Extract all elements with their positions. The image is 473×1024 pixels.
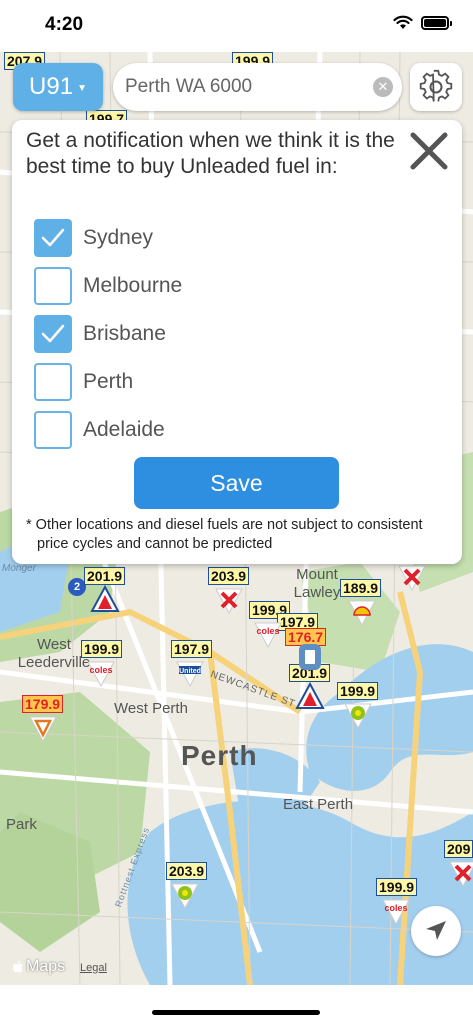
- checkmark-icon: [41, 228, 65, 247]
- price-tag[interactable]: 203.9: [166, 862, 208, 880]
- price-tag[interactable]: 201.9: [84, 567, 126, 585]
- price-tag[interactable]: 189.9: [340, 579, 382, 597]
- location-search-input[interactable]: [125, 75, 365, 99]
- wifi-icon: [393, 15, 413, 29]
- option-label-brisbane: Brisbane: [83, 322, 166, 345]
- price-tag[interactable]: 197.9: [171, 640, 213, 658]
- clear-search-icon[interactable]: ✕: [373, 77, 393, 97]
- option-melbourne[interactable]: Melbourne: [34, 266, 334, 306]
- shell-logo-icon[interactable]: [345, 597, 379, 629]
- price-tag[interactable]: 209: [444, 840, 473, 858]
- svg-text:coles: coles: [89, 665, 112, 675]
- location-arrow-icon: [426, 921, 446, 940]
- svg-text:coles: coles: [384, 903, 407, 913]
- save-button[interactable]: Save: [134, 457, 339, 509]
- station-pump-icon[interactable]: [297, 642, 323, 672]
- option-label-adelaide: Adelaide: [83, 418, 165, 441]
- bp-logo-icon[interactable]: [341, 700, 375, 732]
- home-indicator[interactable]: [152, 1010, 320, 1015]
- status-icons: [393, 15, 452, 30]
- status-bar: 4:20: [0, 0, 473, 52]
- fuel-type-label: U91: [29, 73, 74, 100]
- price-tag-lowest[interactable]: 179.9: [22, 695, 64, 713]
- suburb-label-park: Park: [6, 816, 37, 833]
- price-tag[interactable]: 199.9: [376, 878, 418, 896]
- coles-express-logo-icon[interactable]: coles: [251, 619, 285, 651]
- suburb-label-west-perth: West Perth: [114, 700, 188, 717]
- checkbox-melbourne[interactable]: [34, 267, 72, 305]
- coles-express-logo-icon[interactable]: coles: [84, 658, 118, 690]
- status-time: 4:20: [45, 14, 84, 35]
- footnote-text: * Other locations and diesel fuels are n…: [26, 517, 423, 552]
- gear-icon: [419, 69, 453, 102]
- fuel-type-selector[interactable]: U91 ▼: [13, 63, 103, 111]
- checkbox-sydney[interactable]: [34, 219, 72, 257]
- option-adelaide[interactable]: Adelaide: [34, 410, 334, 450]
- bp-logo-icon[interactable]: [168, 880, 202, 912]
- settings-button[interactable]: [410, 63, 462, 111]
- ampol-logo-icon[interactable]: [88, 585, 122, 617]
- caltex-logo-icon[interactable]: [395, 562, 429, 594]
- ampol-logo-icon[interactable]: [293, 682, 327, 714]
- apple-logo-icon: [13, 960, 23, 973]
- united-logo-icon[interactable]: United: [173, 658, 207, 690]
- notification-panel: Get a notification when we think it is t…: [12, 120, 462, 564]
- option-label-perth: Perth: [83, 370, 134, 393]
- maps-label: Maps: [26, 958, 66, 975]
- option-label-melbourne: Melbourne: [83, 274, 183, 297]
- option-perth[interactable]: Perth: [34, 362, 334, 402]
- independent-logo-icon[interactable]: [26, 713, 60, 745]
- caltex-logo-icon[interactable]: [212, 585, 246, 617]
- caltex-logo-icon[interactable]: [446, 858, 473, 890]
- checkbox-adelaide[interactable]: [34, 411, 72, 449]
- checkbox-perth[interactable]: [34, 363, 72, 401]
- coles-express-logo-icon[interactable]: coles: [379, 896, 413, 928]
- checkbox-brisbane[interactable]: [34, 315, 72, 353]
- legal-link[interactable]: Legal: [80, 962, 107, 974]
- apple-maps-logo: Maps: [12, 958, 65, 976]
- caret-down-icon: ▼: [77, 82, 87, 94]
- price-tag[interactable]: 199.9: [81, 640, 123, 658]
- search-bar[interactable]: ✕: [113, 63, 402, 111]
- price-tag[interactable]: 203.9: [208, 567, 250, 585]
- option-label-sydney: Sydney: [83, 226, 154, 249]
- checkmark-icon: [41, 324, 65, 343]
- city-label: Perth: [181, 740, 258, 771]
- svg-text:coles: coles: [256, 626, 279, 636]
- option-brisbane[interactable]: Brisbane: [34, 314, 334, 354]
- svg-text:United: United: [179, 668, 201, 675]
- footnote: * Other locations and diesel fuels are n…: [26, 516, 446, 554]
- price-tag[interactable]: 199.9: [337, 682, 379, 700]
- battery-icon: [421, 15, 452, 30]
- suburb-label-east-perth: East Perth: [283, 796, 354, 813]
- locate-me-button[interactable]: [411, 906, 461, 956]
- close-icon[interactable]: [408, 130, 450, 172]
- notification-title: Get a notification when we think it is t…: [26, 129, 395, 178]
- option-sydney[interactable]: Sydney: [34, 218, 334, 258]
